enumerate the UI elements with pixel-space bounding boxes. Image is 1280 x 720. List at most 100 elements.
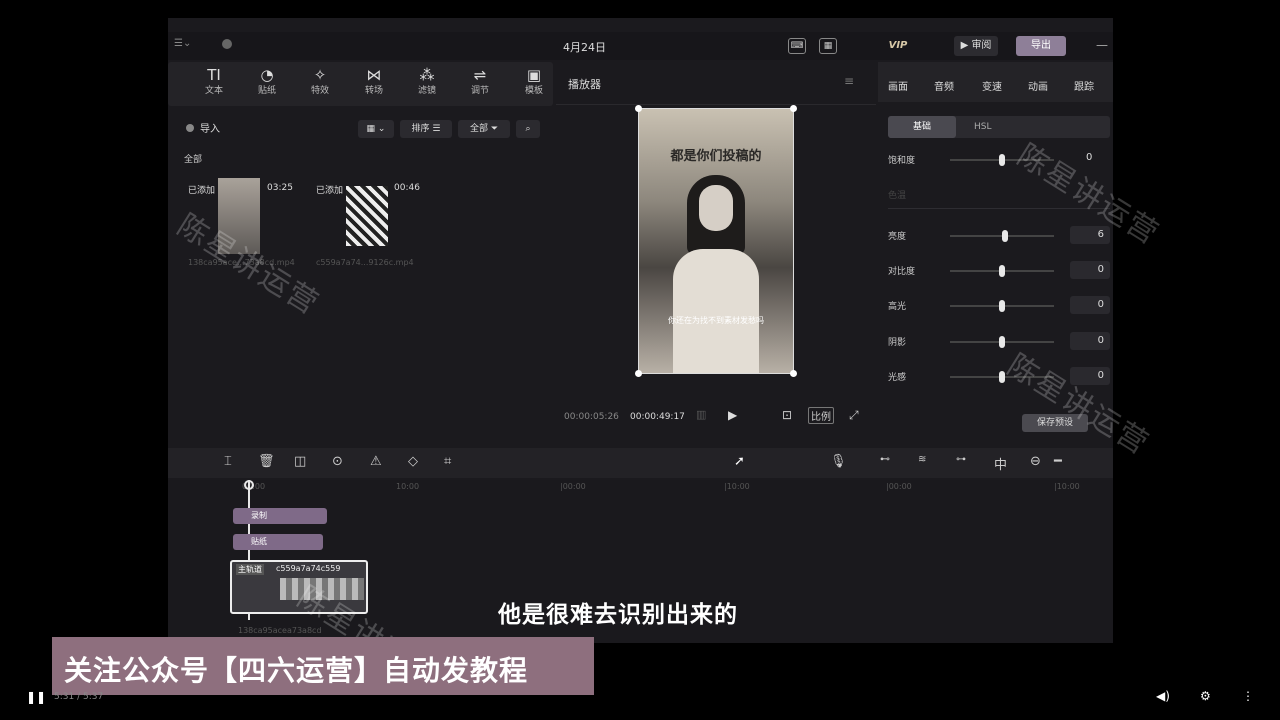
tool-filter[interactable]: ⁂ 滤镜 (407, 66, 447, 98)
tool-label: 模板 (524, 86, 543, 96)
slider-label: 饱和度 (888, 156, 916, 166)
menu-icon[interactable]: ☰⌄ (174, 38, 191, 49)
plus-icon (186, 124, 194, 132)
play-icon[interactable]: ▶ (728, 408, 737, 422)
slider-label: 对比度 (888, 267, 916, 277)
export-button[interactable]: 导出 (1016, 36, 1066, 56)
track-record[interactable]: 录制 (233, 508, 327, 524)
timeline-view-icon[interactable]: ▥ (696, 408, 706, 421)
tool-adjust[interactable]: ⇌ 调节 (460, 66, 500, 98)
settings-icon[interactable]: ⚙ (1200, 689, 1211, 703)
player-header: 播放器 ≡ (556, 62, 876, 105)
slider-contrast[interactable]: 对比度 0 (888, 261, 1110, 281)
slider-label: 光感 (888, 373, 907, 383)
tool-effects[interactable]: ✧ 特效 (300, 66, 340, 98)
tab-audio[interactable]: 音频 (934, 78, 954, 93)
snap-icon[interactable]: ≋ (918, 454, 926, 465)
split-icon[interactable]: ⌶ (224, 454, 232, 469)
tool-text[interactable]: TI 文本 (194, 66, 234, 98)
slider-value[interactable]: 0 (1070, 261, 1110, 279)
slider-label: 高光 (888, 302, 907, 312)
resize-handle[interactable] (635, 105, 642, 112)
player-menu-icon[interactable]: ≡ (844, 74, 854, 88)
delete-icon[interactable]: 🗑 (258, 454, 275, 469)
sort-button[interactable]: 排序 ☰ (400, 120, 452, 138)
reverse-icon[interactable]: ⊙ (332, 454, 343, 469)
track-label: 贴纸 (251, 537, 267, 546)
clip-duration: 00:46 (394, 183, 420, 193)
layout-icon[interactable]: ▦ (819, 38, 837, 54)
clip-duration: 03:25 (267, 183, 293, 193)
total-time: 00:00:49:17 (630, 412, 685, 422)
player-title: 播放器 (568, 78, 601, 91)
main-clip-name: c559a7a74c559 (276, 564, 341, 573)
media-section-title: 全部 (184, 155, 203, 165)
video-preview[interactable]: 都是你们投稿的 你还在为找不到素材发愁吗 (635, 105, 797, 377)
slider-handle[interactable] (1002, 230, 1009, 242)
center-icon[interactable]: 中 (994, 454, 1007, 473)
person-face (699, 185, 733, 231)
text-icon: TI (207, 66, 221, 84)
tool-template[interactable]: ▣ 模板 (514, 66, 554, 98)
added-badge: 已添加 (188, 186, 216, 196)
review-button[interactable]: ▶ 审阅 (954, 36, 998, 56)
time-tick: |00:00 (560, 482, 586, 491)
search-icon[interactable]: ⌕ (516, 120, 540, 138)
slider-value[interactable]: 0 (1070, 332, 1110, 350)
promo-text: 关注公众号【四六运营】自动发教程 (64, 654, 529, 687)
mirror-icon[interactable]: ⚠ (370, 454, 382, 469)
main-track-label: 主轨道 (236, 564, 264, 575)
pause-icon[interactable]: ❚❚ (26, 690, 46, 704)
link-icon[interactable]: ⊷ (880, 454, 890, 465)
resize-handle[interactable] (790, 370, 797, 377)
keyboard-icon[interactable]: ⌨ (788, 38, 806, 54)
resize-handle[interactable] (635, 370, 642, 377)
person-body (673, 249, 759, 373)
slider-value[interactable]: 6 (1070, 226, 1110, 244)
view-toggle[interactable]: ▦ ⌄ (358, 120, 394, 138)
slider-handle[interactable] (999, 300, 1005, 312)
zoom-slider-icon[interactable]: ━ (1054, 454, 1062, 469)
timeline-toolbar: ⌶ 🗑 ◫ ⊙ ⚠ ◇ ⌗ ➚ 🎙 ⊷ ≋ ⊶ 中 ⊖ ━ (168, 448, 1113, 478)
slider-value[interactable]: 0 (1086, 152, 1092, 163)
microphone-icon[interactable]: 🎙 (830, 454, 847, 469)
track-sticker[interactable]: 贴纸 (233, 534, 323, 550)
preview-axis-icon[interactable]: ⊶ (956, 454, 966, 465)
subtab-basic[interactable]: 基础 (888, 116, 956, 138)
resize-handle[interactable] (790, 105, 797, 112)
tab-speed[interactable]: 变速 (982, 78, 1002, 93)
freeze-icon[interactable]: ◫ (294, 454, 306, 469)
tab-animation[interactable]: 动画 (1028, 78, 1048, 93)
vip-badge[interactable]: VIP (880, 36, 916, 56)
rotate-icon[interactable]: ◇ (408, 454, 418, 469)
more-icon[interactable]: ⋮ (1242, 689, 1254, 703)
crop-icon[interactable]: ⌗ (444, 454, 451, 469)
track-label: 录制 (251, 511, 267, 520)
tool-transition[interactable]: ⋈ 转场 (354, 66, 394, 98)
minimize-icon[interactable]: — (1096, 38, 1108, 52)
slider-value[interactable]: 0 (1070, 296, 1110, 314)
slider-brightness[interactable]: 亮度 6 (888, 226, 1110, 246)
slider-shadow[interactable]: 阴影 0 (888, 332, 1110, 352)
fullscreen-icon[interactable]: ⤢ (849, 408, 859, 423)
playhead-handle[interactable] (244, 480, 254, 490)
tab-picture[interactable]: 画面 (888, 78, 908, 93)
media-clip-2[interactable]: 已添加 00:46 c559a7a74...9126c.mp4 (316, 176, 436, 267)
tab-tracking[interactable]: 跟踪 (1074, 78, 1094, 93)
import-button[interactable]: 导入 (186, 120, 220, 135)
slider-highlight[interactable]: 高光 0 (888, 296, 1110, 316)
tool-label: 滤镜 (417, 86, 436, 96)
transition-icon: ⋈ (366, 66, 382, 84)
ratio-button[interactable]: 比例 (808, 407, 834, 424)
filter-all-button[interactable]: 全部 ⏷ (458, 120, 510, 138)
volume-icon[interactable]: ◀) (1156, 689, 1170, 703)
tool-sticker[interactable]: ◔ 贴纸 (247, 66, 287, 98)
slider-handle[interactable] (999, 336, 1005, 348)
slider-handle[interactable] (999, 265, 1005, 277)
fit-icon[interactable]: ⊡ (782, 408, 792, 422)
secondary-clip-name: 138ca95acea73a8cd (238, 626, 322, 635)
zoom-out-icon[interactable]: ⊖ (1030, 454, 1041, 469)
subtab-hsl[interactable]: HSL (974, 116, 992, 138)
time-tick: |10:00 (724, 482, 750, 491)
slider-handle[interactable] (999, 154, 1005, 166)
